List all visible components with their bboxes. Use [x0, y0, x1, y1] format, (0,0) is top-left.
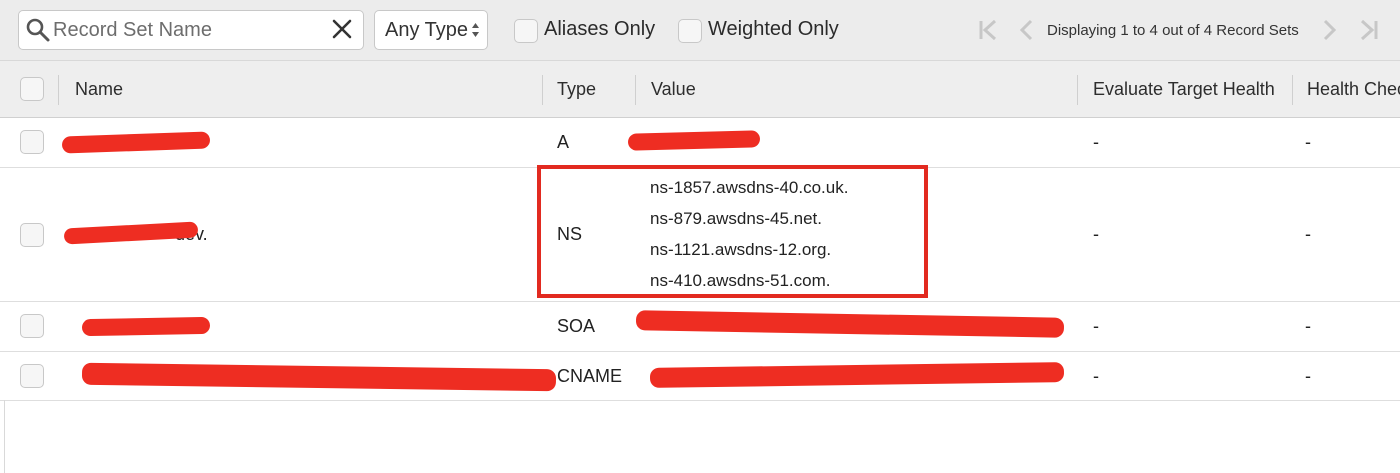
health-check-value: - — [1305, 366, 1311, 386]
evaluate-target-health-value: - — [1093, 316, 1099, 336]
type-filter-select[interactable]: Any Type — [374, 10, 488, 50]
aliases-only-checkbox[interactable] — [514, 19, 538, 43]
row-checkbox[interactable] — [20, 223, 44, 247]
updown-arrows-icon — [472, 23, 479, 37]
column-header-name[interactable]: Name — [75, 79, 123, 100]
health-check-value: - — [1305, 316, 1311, 336]
column-header-evaluate-target-health[interactable]: Evaluate Target Health — [1093, 79, 1275, 100]
column-header-health-check[interactable]: Health Chec — [1307, 79, 1400, 100]
search-box — [18, 10, 364, 50]
pagination-status: Displaying 1 to 4 out of 4 Record Sets — [1047, 22, 1299, 39]
table-row[interactable]: CNAME - - — [0, 352, 1400, 401]
close-icon[interactable] — [329, 16, 355, 42]
redaction-mark — [627, 130, 761, 151]
weighted-only-checkbox[interactable] — [678, 19, 702, 43]
redaction-mark — [635, 310, 1065, 338]
aliases-only-label: Aliases Only — [544, 18, 656, 40]
column-header-value[interactable]: Value — [651, 79, 696, 100]
record-set-name-search-input[interactable] — [53, 15, 333, 45]
redaction-mark — [81, 362, 557, 392]
redaction-mark — [81, 316, 211, 337]
search-icon — [26, 18, 50, 42]
evaluate-target-health-value: - — [1093, 366, 1099, 386]
row-checkbox[interactable] — [20, 314, 44, 338]
redaction-mark — [61, 131, 211, 154]
table-row[interactable]: SOA - - — [0, 302, 1400, 352]
next-page-icon[interactable] — [1320, 18, 1338, 42]
health-check-value: - — [1305, 132, 1311, 152]
filter-toolbar: Any Type Aliases Only Weighted Only Disp… — [0, 0, 1400, 60]
table-header: Name Type Value Evaluate Target Health H… — [0, 60, 1400, 118]
column-divider — [1292, 75, 1293, 105]
last-page-icon[interactable] — [1356, 18, 1380, 42]
column-divider — [1077, 75, 1078, 105]
type-filter-value: Any Type — [385, 19, 469, 41]
prev-page-icon[interactable] — [1018, 18, 1036, 42]
row-checkbox[interactable] — [20, 364, 44, 388]
health-check-value: - — [1305, 224, 1311, 244]
panel-left-border — [4, 400, 5, 473]
select-all-checkbox[interactable] — [20, 77, 44, 101]
row-checkbox[interactable] — [20, 130, 44, 154]
weighted-only-label: Weighted Only — [708, 18, 839, 40]
record-type: SOA — [557, 316, 596, 336]
evaluate-target-health-value: - — [1093, 224, 1099, 244]
record-type: CNAME — [557, 366, 623, 386]
first-page-icon[interactable] — [977, 18, 1001, 42]
table-row[interactable]: A - - — [0, 118, 1400, 168]
column-divider — [542, 75, 543, 105]
highlight-annotation-box — [537, 165, 928, 298]
column-divider — [58, 75, 59, 105]
column-header-type[interactable]: Type — [557, 79, 596, 100]
column-divider — [635, 75, 636, 105]
redaction-mark — [649, 362, 1065, 388]
record-type: A — [557, 132, 570, 152]
evaluate-target-health-value: - — [1093, 132, 1099, 152]
